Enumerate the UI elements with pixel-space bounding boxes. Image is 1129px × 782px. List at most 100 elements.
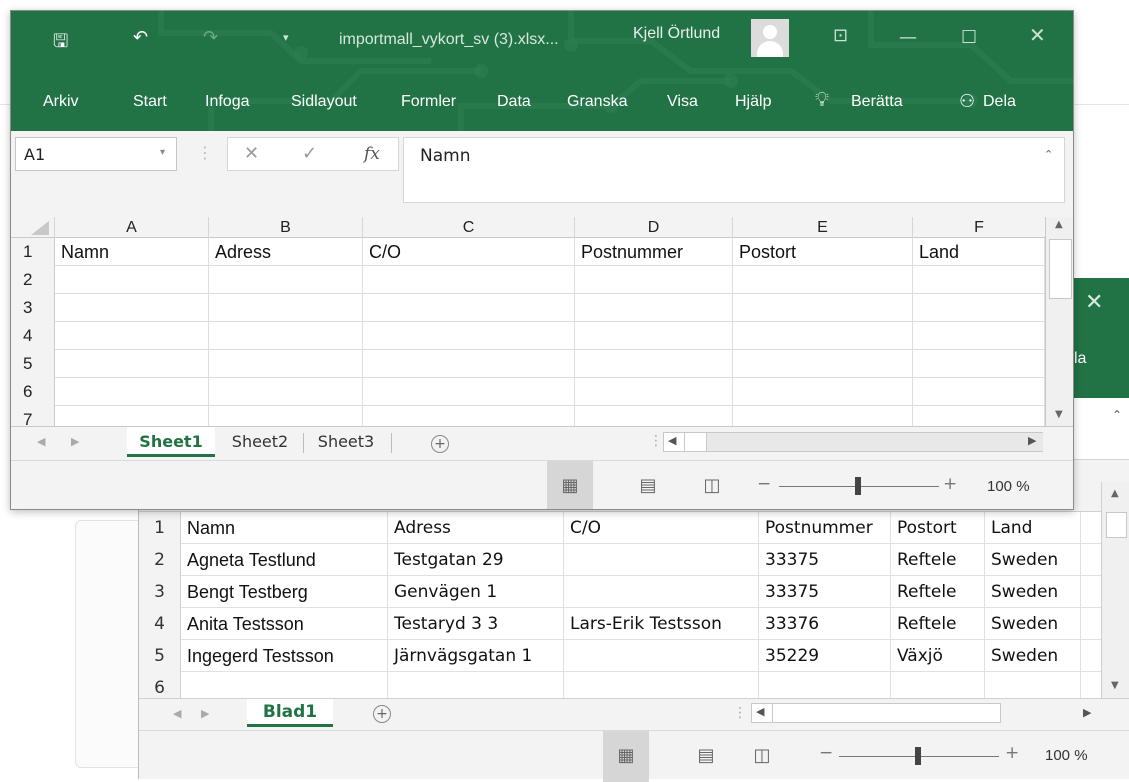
cell[interactable]: Reftele bbox=[891, 544, 985, 576]
cell[interactable] bbox=[363, 322, 575, 350]
cell[interactable] bbox=[575, 406, 733, 426]
cell[interactable] bbox=[575, 294, 733, 322]
next-sheet-icon[interactable]: ▶ bbox=[201, 707, 209, 720]
cell[interactable] bbox=[575, 266, 733, 294]
name-box[interactable]: A1 ▾ bbox=[15, 137, 177, 171]
cell[interactable]: Reftele bbox=[891, 576, 985, 608]
user-name[interactable]: Kjell Örtlund bbox=[633, 25, 720, 43]
row-number[interactable]: 1 bbox=[11, 238, 55, 266]
tab-start[interactable]: Start bbox=[133, 93, 167, 111]
row-number[interactable]: 5 bbox=[139, 640, 181, 672]
scroll-left-icon[interactable]: ◀ bbox=[668, 434, 676, 447]
page-break-view-icon[interactable]: ◫ bbox=[689, 461, 735, 509]
cell[interactable] bbox=[575, 378, 733, 406]
row-number[interactable]: 3 bbox=[139, 576, 181, 608]
cell[interactable]: Sweden bbox=[985, 576, 1081, 608]
row-number[interactable]: 4 bbox=[11, 322, 55, 350]
cell[interactable] bbox=[733, 406, 913, 426]
sheet-tab-sheet1[interactable]: Sheet1 bbox=[127, 427, 215, 457]
cell[interactable]: Adress bbox=[388, 512, 564, 544]
back-vertical-scrollbar[interactable]: ▲ ▼ bbox=[1101, 482, 1129, 698]
tab-hjalp[interactable]: Hjälp bbox=[735, 93, 771, 111]
split-handle-icon[interactable]: ⋮ bbox=[649, 433, 663, 449]
cell[interactable]: Anita Testsson bbox=[181, 608, 388, 640]
cell[interactable] bbox=[575, 322, 733, 350]
cell[interactable] bbox=[363, 406, 575, 426]
customize-arrow-icon[interactable]: ▾ bbox=[283, 31, 289, 44]
horizontal-scrollbar[interactable]: ◀ ▶ bbox=[663, 432, 1043, 452]
add-sheet-icon[interactable]: + bbox=[431, 435, 449, 453]
cell[interactable]: Postort bbox=[891, 512, 985, 544]
lightbulb-icon[interactable]: 💡︎ bbox=[815, 89, 829, 112]
sheet-grid[interactable]: 1 Namn Adress C/O Postnummer Postort Lan… bbox=[11, 238, 1045, 426]
zoom-slider[interactable] bbox=[915, 747, 921, 765]
cell[interactable] bbox=[564, 640, 759, 672]
scroll-up-icon[interactable]: ▲ bbox=[1055, 219, 1063, 230]
cell[interactable] bbox=[363, 350, 575, 378]
cell[interactable] bbox=[913, 322, 1045, 350]
cell[interactable]: Postnummer bbox=[575, 238, 733, 266]
cell[interactable] bbox=[55, 266, 209, 294]
split-handle-icon[interactable]: ⋮ bbox=[733, 705, 747, 721]
avatar[interactable] bbox=[751, 19, 789, 57]
minimize-icon[interactable]: — bbox=[899, 27, 917, 48]
zoom-out-icon[interactable]: − bbox=[819, 743, 833, 763]
prev-sheet-icon[interactable]: ◀ bbox=[37, 435, 45, 448]
tab-formler[interactable]: Formler bbox=[401, 93, 456, 111]
scroll-right-icon[interactable]: ▶ bbox=[1083, 706, 1091, 719]
tab-data[interactable]: Data bbox=[497, 93, 531, 111]
cell[interactable]: Namn bbox=[55, 238, 209, 266]
column-header-d[interactable]: D bbox=[575, 217, 733, 238]
cell[interactable]: Sweden bbox=[985, 640, 1081, 672]
cell[interactable]: Land bbox=[913, 238, 1045, 266]
cancel-icon[interactable]: ✕ bbox=[244, 143, 259, 164]
page-break-view-icon[interactable]: ◫ bbox=[739, 731, 785, 782]
maximize-icon[interactable]: ☐ bbox=[961, 27, 977, 48]
cell[interactable]: Namn bbox=[181, 512, 388, 544]
cell[interactable] bbox=[363, 378, 575, 406]
cell[interactable] bbox=[55, 378, 209, 406]
save-icon[interactable]: 🖫 bbox=[53, 29, 68, 59]
cell[interactable] bbox=[209, 322, 363, 350]
share-person-icon[interactable]: ⚇ bbox=[959, 91, 975, 112]
cell[interactable] bbox=[564, 576, 759, 608]
normal-view-icon[interactable]: ▦ bbox=[603, 731, 649, 782]
tab-arkiv[interactable]: Arkiv bbox=[43, 93, 79, 111]
cell[interactable]: C/O bbox=[564, 512, 759, 544]
row-number[interactable]: 5 bbox=[11, 350, 55, 378]
row-number[interactable]: 4 bbox=[139, 608, 181, 640]
cell[interactable]: Testaryd 3 3 bbox=[388, 608, 564, 640]
normal-view-icon[interactable]: ▦ bbox=[547, 461, 593, 509]
cell[interactable]: Postort bbox=[733, 238, 913, 266]
row-number[interactable]: 3 bbox=[11, 294, 55, 322]
cell[interactable] bbox=[913, 406, 1045, 426]
cell[interactable]: Växjö bbox=[891, 640, 985, 672]
prev-sheet-icon[interactable]: ◀ bbox=[173, 707, 181, 720]
cell[interactable] bbox=[55, 350, 209, 378]
sheet-tab-sheet2[interactable]: Sheet2 bbox=[219, 427, 301, 457]
scroll-down-icon[interactable]: ▼ bbox=[1111, 680, 1119, 691]
cell[interactable] bbox=[913, 266, 1045, 294]
cell[interactable] bbox=[209, 266, 363, 294]
cell[interactable]: Postnummer bbox=[759, 512, 891, 544]
cell[interactable]: Bengt Testberg bbox=[181, 576, 388, 608]
insert-function-icon[interactable]: fx bbox=[364, 144, 380, 164]
scroll-right-icon[interactable]: ▶ bbox=[1028, 434, 1036, 447]
column-header-a[interactable]: A bbox=[55, 217, 209, 238]
cell[interactable] bbox=[209, 406, 363, 426]
scroll-left-icon[interactable]: ◀ bbox=[756, 705, 764, 718]
sheet-tab-sheet3[interactable]: Sheet3 bbox=[305, 427, 387, 457]
close-icon[interactable]: ✕ bbox=[1029, 23, 1046, 47]
row-number[interactable]: 6 bbox=[11, 378, 55, 406]
cell[interactable] bbox=[733, 294, 913, 322]
column-header-c[interactable]: C bbox=[363, 217, 575, 238]
cell[interactable] bbox=[55, 322, 209, 350]
cell[interactable]: Sweden bbox=[985, 544, 1081, 576]
tell-me-search[interactable]: Berätta bbox=[851, 93, 903, 111]
cell[interactable] bbox=[55, 406, 209, 426]
cell[interactable]: C/O bbox=[363, 238, 575, 266]
cell[interactable]: Sweden bbox=[985, 608, 1081, 640]
cell[interactable]: 33376 bbox=[759, 608, 891, 640]
cell[interactable]: Testgatan 29 bbox=[388, 544, 564, 576]
page-layout-view-icon[interactable]: ▤ bbox=[625, 461, 671, 509]
